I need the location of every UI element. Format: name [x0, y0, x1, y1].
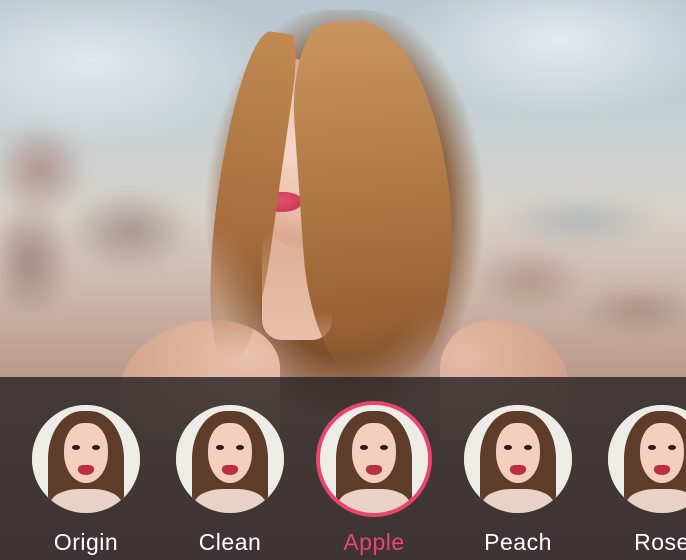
filter-item-peach[interactable]: Peach	[462, 405, 574, 556]
filter-thumbnail[interactable]	[608, 405, 686, 513]
photo-blur-left	[0, 110, 220, 310]
filter-item-rose[interactable]: Rose	[606, 405, 686, 556]
filter-item-apple[interactable]: Apple	[318, 405, 430, 556]
filter-label: Clean	[198, 529, 262, 555]
filter-thumbnail-selected[interactable]	[320, 405, 428, 513]
filter-item-origin[interactable]: Origin	[30, 405, 142, 556]
filter-label: Origin	[53, 529, 119, 555]
filter-label: Peach	[484, 529, 552, 555]
filter-label: Rose	[634, 529, 686, 555]
filter-label-selected: Apple	[343, 529, 405, 555]
filter-thumbnail[interactable]	[176, 405, 284, 513]
filter-thumbnail[interactable]	[32, 405, 140, 513]
filter-thumbnail[interactable]	[464, 405, 572, 513]
filter-item-clean[interactable]: Clean	[174, 405, 286, 556]
